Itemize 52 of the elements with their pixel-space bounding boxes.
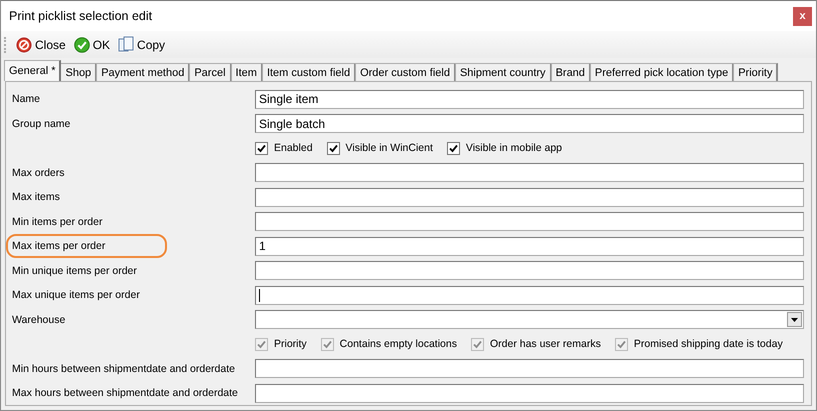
field-label: Min items per order xyxy=(11,214,104,230)
input-field[interactable] xyxy=(255,359,804,378)
warehouse-dropdown[interactable] xyxy=(255,310,804,330)
tab[interactable]: Item custom field xyxy=(262,63,356,81)
caret-icon xyxy=(791,318,798,322)
field-label: Min unique items per order xyxy=(11,264,138,279)
tab[interactable]: Payment method xyxy=(96,63,190,81)
field-label: Warehouse xyxy=(11,312,66,328)
checkbox[interactable] xyxy=(326,142,340,155)
input-field[interactable]: 1 xyxy=(255,236,804,256)
field-label: Name xyxy=(11,92,42,108)
input-field[interactable]: Single batch xyxy=(255,114,804,134)
tab[interactable]: Order custom field xyxy=(355,63,456,81)
input-field[interactable] xyxy=(255,261,804,280)
close-button[interactable]: x xyxy=(793,6,812,26)
tab[interactable]: Preferred pick location type xyxy=(590,63,734,81)
input-field[interactable]: Single item xyxy=(255,90,804,109)
checkbox[interactable] xyxy=(446,142,460,155)
checkbox-label: Enabled xyxy=(274,142,313,154)
window-title: Print picklist selection edit xyxy=(9,9,152,23)
input-field[interactable] xyxy=(255,212,804,232)
copy-button[interactable]: Copy xyxy=(116,35,168,54)
field-label: Group name xyxy=(11,116,72,132)
input-field[interactable] xyxy=(255,163,804,182)
input-field[interactable] xyxy=(255,384,804,403)
checkbox-label: Promised shipping date is today xyxy=(634,338,783,350)
checkbox-label: Contains empty locations xyxy=(340,338,457,350)
input-field[interactable] xyxy=(255,286,804,305)
checkbox[interactable] xyxy=(255,142,268,155)
tab[interactable]: Shipment country xyxy=(454,63,552,81)
tab[interactable]: Shop xyxy=(60,63,98,81)
checkmark-icon xyxy=(74,36,90,52)
tab[interactable]: Parcel xyxy=(189,63,232,81)
field-label: Max unique items per order xyxy=(11,288,141,304)
field-label: Max items per order xyxy=(6,234,168,258)
field-label: Max orders xyxy=(11,166,66,181)
tab[interactable]: Priority xyxy=(733,63,778,81)
field-label: Max hours between shipmentdate and orderdate xyxy=(11,386,239,402)
prohibited-icon xyxy=(16,36,32,52)
checkbox-label: Priority xyxy=(274,338,307,350)
checkbox-label: Visible in WinCient xyxy=(346,142,433,154)
copy-icon xyxy=(118,36,134,53)
tab[interactable]: General * xyxy=(4,60,62,81)
field-label: Min hours between shipmentdate and orderdate xyxy=(11,362,236,377)
checkbox-label: Order has user remarks xyxy=(490,338,601,350)
tab[interactable]: Brand xyxy=(550,63,591,81)
checkbox-label: Visible in mobile app xyxy=(466,142,562,154)
field-label: Max items xyxy=(11,190,61,206)
ok-button[interactable]: OK xyxy=(72,36,112,54)
close-button[interactable]: Close xyxy=(14,36,68,54)
tab[interactable]: Item xyxy=(230,63,263,81)
input-field[interactable] xyxy=(255,188,804,207)
